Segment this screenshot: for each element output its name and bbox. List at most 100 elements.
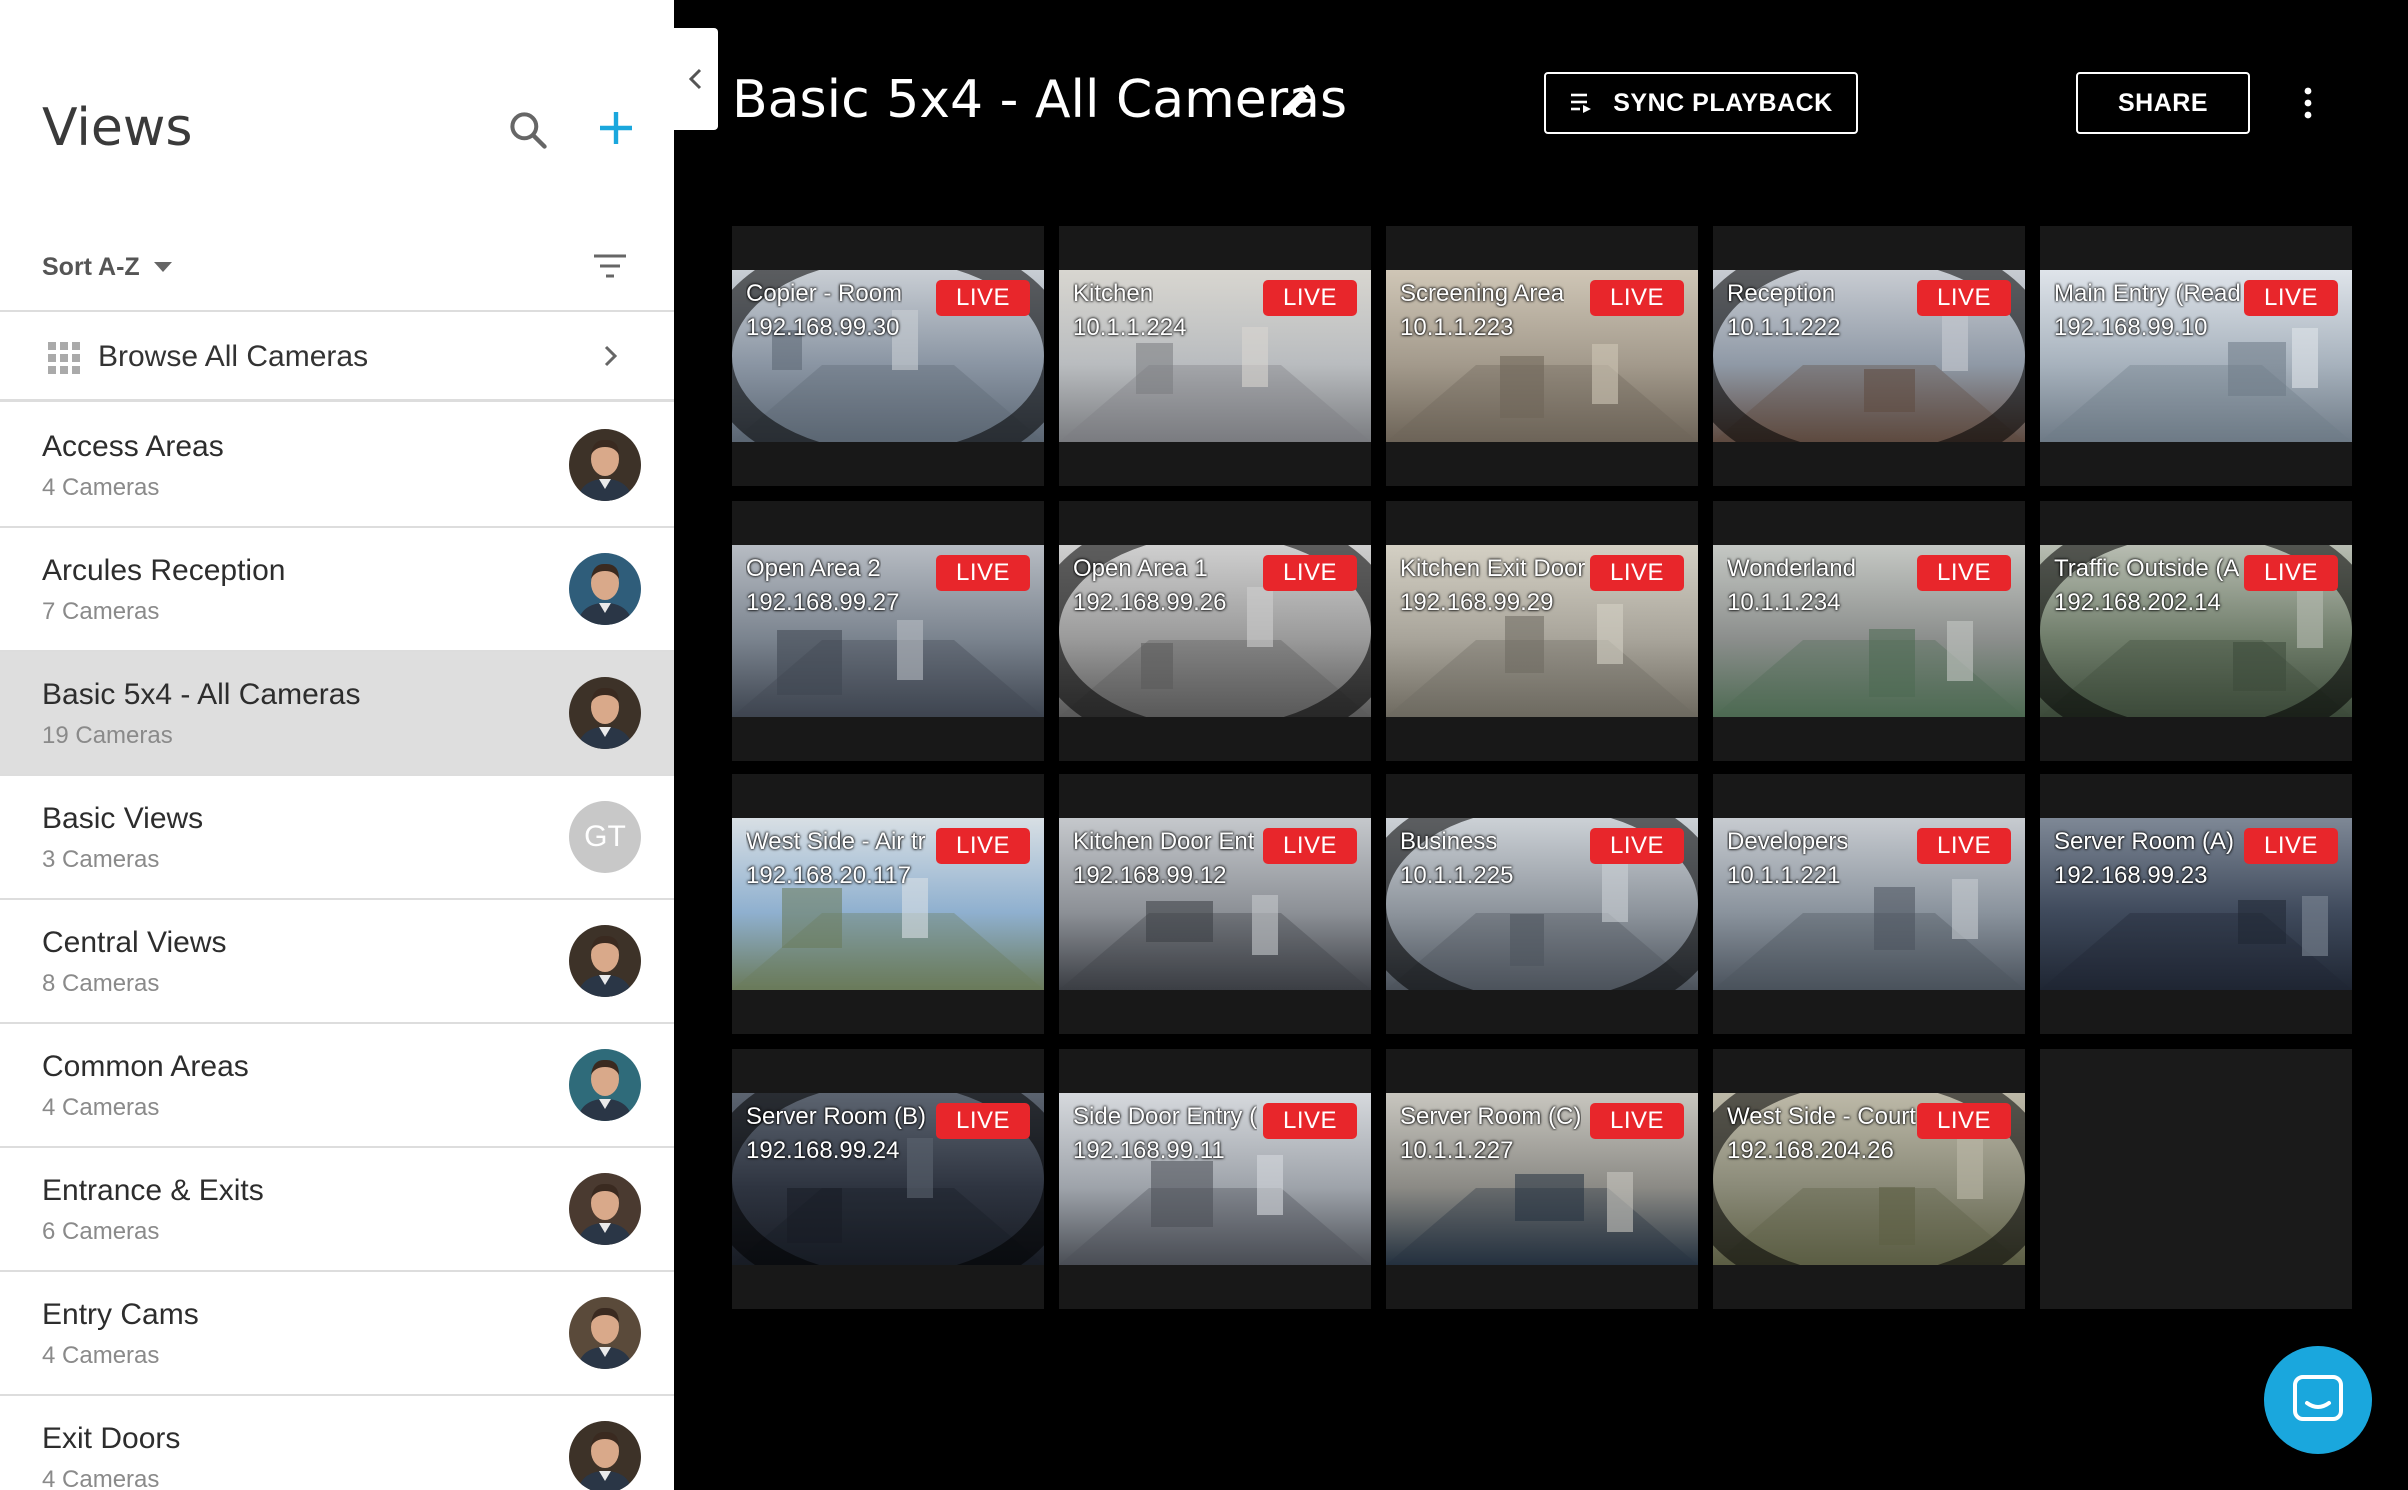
- camera-tile[interactable]: Wonderland 10.1.1.234 LIVE: [1713, 501, 2025, 761]
- camera-tile[interactable]: Screening Area 10.1.1.223 LIVE: [1386, 226, 1698, 486]
- camera-ip: 192.168.202.14: [2054, 589, 2221, 616]
- view-camera-count: 6 Cameras: [42, 1218, 160, 1245]
- playlist-icon: [1571, 93, 1592, 113]
- camera-tile[interactable]: Kitchen Exit Door 192.168.99.29 LIVE: [1386, 501, 1698, 761]
- view-name: Access Areas: [42, 430, 224, 463]
- camera-name: Server Room (A): [2054, 828, 2235, 855]
- view-item[interactable]: Common Areas 4 Cameras: [0, 1024, 674, 1148]
- chat-support-button[interactable]: [2264, 1346, 2372, 1454]
- view-camera-count: 7 Cameras: [42, 598, 160, 625]
- share-button[interactable]: SHARE: [2076, 72, 2250, 134]
- view-camera-count: 4 Cameras: [42, 474, 160, 501]
- camera-name: Reception: [1727, 280, 1836, 307]
- view-item[interactable]: Access Areas 4 Cameras: [0, 404, 674, 528]
- camera-name: Wonderland: [1727, 555, 1856, 582]
- camera-ip: 192.168.99.24: [746, 1137, 900, 1164]
- camera-name: Open Area 1: [1073, 555, 1208, 582]
- camera-ip: 10.1.1.227: [1400, 1137, 1514, 1164]
- camera-tile[interactable]: Copier - Room 192.168.99.30 LIVE: [732, 226, 1044, 486]
- view-item[interactable]: Exit Doors 4 Cameras: [0, 1396, 674, 1490]
- avatar: [569, 1421, 641, 1490]
- view-item[interactable]: Basic Views 3 Cameras GT: [0, 776, 674, 900]
- live-badge: LIVE: [1263, 280, 1357, 316]
- live-badge: LIVE: [2244, 280, 2338, 316]
- live-badge: LIVE: [1590, 555, 1684, 591]
- camera-tile[interactable]: Traffic Outside (A 192.168.202.14 LIVE: [2040, 501, 2352, 761]
- camera-tile[interactable]: Reception 10.1.1.222 LIVE: [1713, 226, 2025, 486]
- camera-name: Kitchen Exit Door: [1400, 555, 1586, 582]
- filter-icon[interactable]: [590, 250, 630, 284]
- camera-grid: Copier - Room 192.168.99.30 LIVE Kitchen 10.…: [732, 226, 2352, 1310]
- camera-ip: 192.168.99.26: [1073, 589, 1227, 616]
- camera-ip: 192.168.99.23: [2054, 862, 2208, 889]
- sort-label: Sort A-Z: [42, 252, 140, 281]
- camera-tile[interactable]: Server Room (A) 192.168.99.23 LIVE: [2040, 774, 2352, 1034]
- search-icon[interactable]: [506, 108, 550, 152]
- sort-dropdown[interactable]: Sort A-Z: [42, 250, 172, 284]
- camera-tile[interactable]: Server Room (B) 192.168.99.24 LIVE: [732, 1049, 1044, 1309]
- view-camera-count: 8 Cameras: [42, 970, 160, 997]
- sync-playback-label: SYNC PLAYBACK: [1613, 88, 1833, 117]
- view-item[interactable]: Entrance & Exits 6 Cameras: [0, 1148, 674, 1272]
- camera-ip: 192.168.99.27: [746, 589, 900, 616]
- live-badge: LIVE: [1917, 828, 2011, 864]
- camera-tile[interactable]: West Side - Air tr 192.168.20.117 LIVE: [732, 774, 1044, 1034]
- camera-tile[interactable]: Side Door Entry (192.168.99.11 LIVE: [1059, 1049, 1371, 1309]
- camera-ip: 10.1.1.223: [1400, 314, 1514, 341]
- empty-camera-slot[interactable]: [2040, 1049, 2352, 1309]
- view-item[interactable]: Central Views 8 Cameras: [0, 900, 674, 1024]
- avatar: [569, 1049, 641, 1121]
- view-name: Central Views: [42, 926, 227, 959]
- browse-all-cameras-label: Browse All Cameras: [98, 340, 369, 373]
- browse-all-cameras-button[interactable]: Browse All Cameras: [0, 312, 674, 402]
- camera-tile[interactable]: Developers 10.1.1.221 LIVE: [1713, 774, 2025, 1034]
- camera-ip: 192.168.99.12: [1073, 862, 1227, 889]
- camera-tile[interactable]: West Side - Court 192.168.204.26 LIVE: [1713, 1049, 2025, 1309]
- camera-tile[interactable]: Kitchen 10.1.1.224 LIVE: [1059, 226, 1371, 486]
- page-title: Basic 5x4 - All Cameras: [732, 70, 1348, 130]
- camera-ip: 192.168.99.10: [2054, 314, 2208, 341]
- avatar: [569, 1297, 641, 1369]
- view-item[interactable]: Entry Cams 4 Cameras: [0, 1272, 674, 1396]
- edit-pencil-icon[interactable]: [1278, 80, 1318, 120]
- camera-name: Kitchen Door Ent: [1073, 828, 1255, 855]
- live-badge: LIVE: [1917, 555, 2011, 591]
- camera-name: Main Entry (Read: [2054, 280, 2241, 307]
- chevron-right-icon: [596, 342, 624, 370]
- camera-name: Kitchen: [1073, 280, 1154, 307]
- avatar: [569, 925, 641, 997]
- add-view-icon[interactable]: [592, 104, 640, 152]
- view-camera-count: 4 Cameras: [42, 1342, 160, 1369]
- collapse-sidebar-button[interactable]: [674, 28, 718, 130]
- view-camera-count: 3 Cameras: [42, 846, 160, 873]
- camera-tile[interactable]: Main Entry (Read 192.168.99.10 LIVE: [2040, 226, 2352, 486]
- camera-tile[interactable]: Server Room (C) 10.1.1.227 LIVE: [1386, 1049, 1698, 1309]
- live-badge: LIVE: [1590, 828, 1684, 864]
- avatar: [569, 429, 641, 501]
- avatar: [569, 1173, 641, 1245]
- live-badge: LIVE: [1263, 1103, 1357, 1139]
- view-name: Exit Doors: [42, 1422, 181, 1455]
- sync-playback-button[interactable]: SYNC PLAYBACK: [1544, 72, 1858, 134]
- more-vertical-icon[interactable]: [2296, 86, 2320, 120]
- live-badge: LIVE: [2244, 555, 2338, 591]
- camera-tile[interactable]: Business 10.1.1.225 LIVE: [1386, 774, 1698, 1034]
- views-sidebar: Views Sort A-Z Browse All Cameras Access…: [0, 0, 674, 1490]
- camera-tile[interactable]: Open Area 1 192.168.99.26 LIVE: [1059, 501, 1371, 761]
- view-camera-count: 4 Cameras: [42, 1094, 160, 1121]
- camera-tile[interactable]: Kitchen Door Ent 192.168.99.12 LIVE: [1059, 774, 1371, 1034]
- camera-ip: 10.1.1.225: [1400, 862, 1514, 889]
- avatar: [569, 677, 641, 749]
- avatar-initials: GT: [569, 801, 641, 873]
- camera-ip: 10.1.1.234: [1727, 589, 1841, 616]
- camera-ip: 10.1.1.224: [1073, 314, 1187, 341]
- camera-name: Side Door Entry (: [1073, 1103, 1258, 1130]
- camera-tile[interactable]: Open Area 2 192.168.99.27 LIVE: [732, 501, 1044, 761]
- view-camera-count: 4 Cameras: [42, 1466, 160, 1490]
- camera-ip: 10.1.1.222: [1727, 314, 1841, 341]
- camera-name: Business: [1400, 828, 1498, 855]
- view-item[interactable]: Arcules Reception 7 Cameras: [0, 528, 674, 652]
- live-badge: LIVE: [936, 280, 1030, 316]
- live-badge: LIVE: [1590, 280, 1684, 316]
- view-item[interactable]: Basic 5x4 - All Cameras 19 Cameras: [0, 652, 674, 776]
